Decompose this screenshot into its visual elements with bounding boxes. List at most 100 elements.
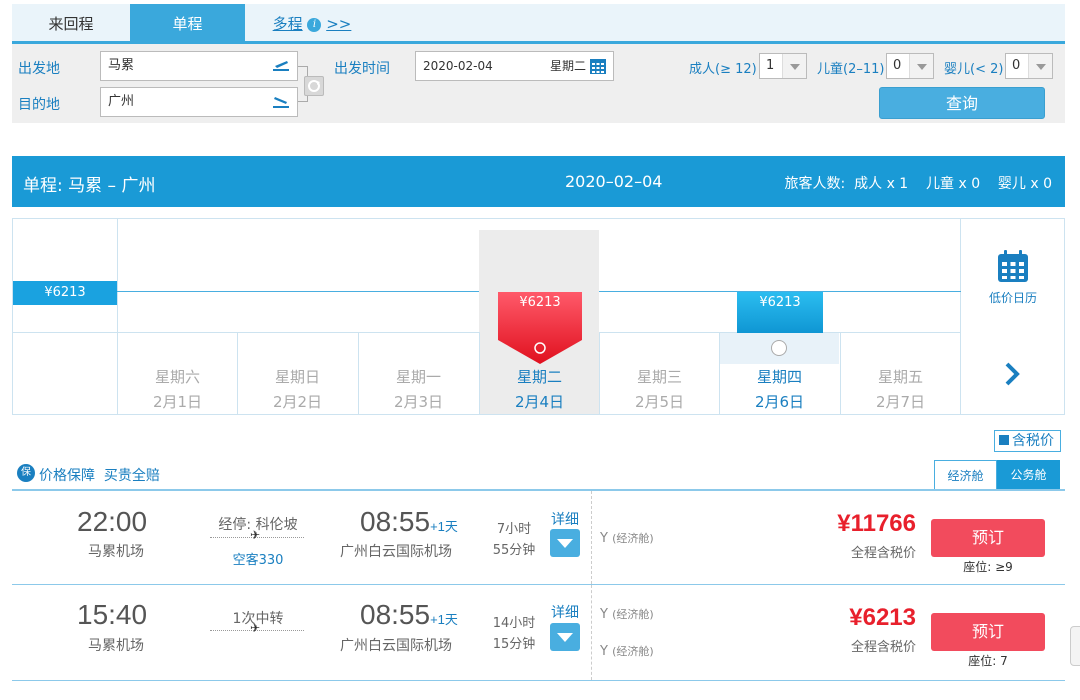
price-note: 全程含税价 — [850, 546, 916, 561]
chevron-right-icon — [1005, 362, 1020, 386]
chevron-down-icon — [1028, 54, 1052, 78]
flight-price: ¥6213 — [849, 604, 916, 631]
chevron-down-icon — [909, 54, 933, 78]
day-weekday: 星期二 — [516, 368, 562, 386]
cabin-class: Y (经济舱) — [600, 606, 654, 622]
tax-included-toggle[interactable]: 含税价 — [994, 430, 1061, 452]
book-button[interactable]: 预订 — [931, 519, 1045, 557]
calendar-icon[interactable] — [590, 58, 606, 74]
arrival-time: 08:55+1天 — [360, 506, 458, 538]
calendar-day[interactable]: 星期四 2月6日 — [719, 332, 839, 415]
arrival-time: 08:55+1天 — [360, 599, 458, 631]
child-value: 0 — [893, 58, 902, 73]
flight-row: 15:40 马累机场 1次中转 ✈ 08:55+1天 广州白云国际机场 14小时… — [12, 585, 1065, 680]
departure-airport: 马累机场 — [88, 544, 144, 560]
low-price-calendar-label: 低价日历 — [988, 291, 1037, 305]
scroll-handle[interactable] — [1070, 626, 1080, 666]
day-date: 2月6日 — [754, 393, 805, 411]
day-date: 2月7日 — [875, 393, 926, 411]
low-price-calendar-button[interactable]: 低价日历 — [961, 219, 1065, 332]
expand-detail-icon[interactable] — [550, 529, 580, 557]
selected-price: ¥6213 — [519, 295, 561, 310]
cabin-name: (经济舱) — [612, 608, 654, 621]
day-weekday: 星期一 — [395, 368, 441, 386]
departure-time: 15:40 — [77, 599, 148, 630]
detail-link[interactable]: 详细 — [551, 602, 579, 622]
divider — [12, 680, 1065, 681]
tax-included-label: 含税价 — [1012, 433, 1054, 449]
chevron-down-icon — [782, 54, 806, 78]
duration: 7小时 55分钟 — [489, 519, 539, 561]
cabin-code: Y — [600, 644, 608, 659]
tab-round-trip[interactable]: 来回程 — [12, 4, 130, 44]
plus-day: +1天 — [430, 519, 458, 534]
from-label: 出发地 — [18, 61, 60, 77]
from-value: 马累 — [108, 58, 135, 73]
search-button[interactable]: 查询 — [879, 87, 1045, 119]
detail-link[interactable]: 详细 — [551, 509, 579, 529]
calendar-day[interactable]: 星期一 2月3日 — [358, 332, 478, 415]
calendar-day-selected[interactable]: 星期二 2月4日 — [479, 332, 599, 415]
price-note: 全程含税价 — [850, 640, 916, 655]
tab-one-way[interactable]: 单程 — [130, 4, 245, 44]
landing-icon — [273, 97, 289, 108]
duration: 14小时 15分钟 — [489, 613, 539, 655]
duration-minutes: 15分钟 — [492, 637, 536, 652]
date-value: 2020-02-04 — [423, 59, 493, 73]
to-field[interactable]: 广州 — [100, 87, 298, 117]
info-icon[interactable]: i — [307, 18, 322, 32]
tab-multi-label[interactable]: 多程 — [273, 15, 303, 33]
trip-type-tabs: 来回程 单程 多程 i >> — [12, 4, 1065, 44]
duration-hours: 14小时 — [492, 616, 536, 631]
aircraft-type[interactable]: 空客330 — [212, 549, 304, 568]
duration-hours: 7小时 — [496, 522, 532, 537]
infant-select[interactable]: 0 — [1005, 53, 1053, 79]
tab-multi-city[interactable]: 多程 i >> — [272, 4, 352, 44]
calendar-day[interactable]: 星期五 2月7日 — [840, 332, 960, 415]
cabin-name: (经济舱) — [612, 532, 654, 545]
to-label: 目的地 — [18, 97, 60, 113]
plane-icon: ✈ — [250, 621, 261, 635]
day-weekday: 星期三 — [636, 368, 682, 386]
calendar-day[interactable]: 星期日 2月2日 — [237, 332, 357, 415]
date-field[interactable]: 2020-02-04 星期二 — [415, 51, 614, 81]
day-weekday: 星期六 — [154, 368, 200, 386]
adult-select[interactable]: 1 — [759, 53, 807, 79]
route-title: 单程: 马累 – 广州 — [23, 176, 156, 196]
tab-business[interactable]: 公务舱 — [997, 460, 1060, 490]
to-value: 广州 — [108, 94, 135, 109]
from-field[interactable]: 马累 — [100, 51, 298, 81]
arrival-airport: 广州白云国际机场 — [340, 544, 452, 560]
day-date: 2月2日 — [272, 393, 323, 411]
plus-day: +1天 — [430, 612, 458, 627]
calendar-day[interactable]: 星期三 2月5日 — [599, 332, 719, 415]
cabin-name: (经济舱) — [612, 645, 654, 658]
divider — [591, 491, 592, 584]
book-button[interactable]: 预订 — [931, 613, 1045, 651]
more-link[interactable]: >> — [326, 15, 351, 33]
day-date: 2月5日 — [634, 393, 685, 411]
calendar-icon — [998, 250, 1028, 282]
duration-minutes: 55分钟 — [492, 543, 536, 558]
price-guarantee: 价格保障 买贵全赔 — [39, 468, 160, 484]
next-week-button[interactable] — [961, 333, 1065, 415]
swap-icon[interactable] — [304, 76, 324, 96]
divider — [117, 219, 118, 332]
flight-price: ¥11766 — [837, 510, 916, 537]
flight-row: 22:00 马累机场 经停: 科伦坡 ✈ 空客330 08:55+1天 广州白云… — [12, 491, 1065, 584]
cabin-code: Y — [600, 531, 608, 546]
left-price-tag: ¥6213 — [13, 281, 117, 305]
tab-economy[interactable]: 经济舱 — [934, 460, 997, 490]
divider — [591, 585, 592, 680]
infant-value: 0 — [1012, 58, 1021, 73]
arrival-time-value: 08:55 — [360, 506, 431, 537]
cabin-code: Y — [600, 607, 608, 622]
expand-detail-icon[interactable] — [550, 623, 580, 651]
departure-time: 22:00 — [77, 506, 148, 537]
plane-icon: ✈ — [250, 528, 261, 542]
day-weekday: 星期四 — [756, 368, 802, 386]
child-select[interactable]: 0 — [886, 53, 934, 79]
calendar-day[interactable]: 星期六 2月1日 — [117, 332, 237, 415]
date-label: 出发时间 — [334, 61, 390, 77]
checkbox-icon — [999, 435, 1009, 445]
